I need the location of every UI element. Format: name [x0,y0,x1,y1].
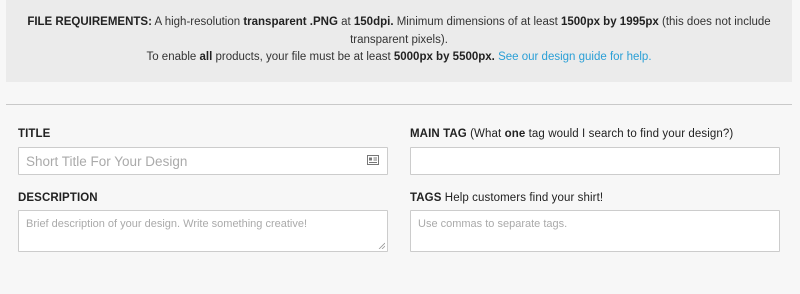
resize-grip-icon[interactable] [378,242,385,249]
tags-field[interactable] [410,210,780,256]
file-requirements-notice: FILE REQUIREMENTS: A high-resolution tra… [6,0,792,82]
title-field[interactable] [18,147,388,175]
description-label: DESCRIPTION [18,192,98,204]
section-divider [6,104,792,105]
main-tag-input[interactable] [411,148,785,174]
title-label: TITLE [18,128,51,140]
main-tag-label: MAIN TAG (What one tag would I search to… [410,128,734,140]
requirements-line-2: To enable all products, your file must b… [146,51,652,63]
title-input[interactable] [19,148,346,174]
description-field[interactable] [18,210,388,256]
requirements-line-1: FILE REQUIREMENTS: A high-resolution tra… [27,16,771,46]
description-textarea[interactable] [19,211,388,256]
tags-textarea[interactable] [411,211,780,256]
tags-label: TAGS Help customers find your shirt! [410,192,604,204]
contact-card-icon [367,155,379,165]
main-tag-field[interactable] [410,147,785,175]
requirements-prefix: FILE REQUIREMENTS: [27,16,152,28]
design-guide-link[interactable]: See our design guide for help. [498,51,651,63]
